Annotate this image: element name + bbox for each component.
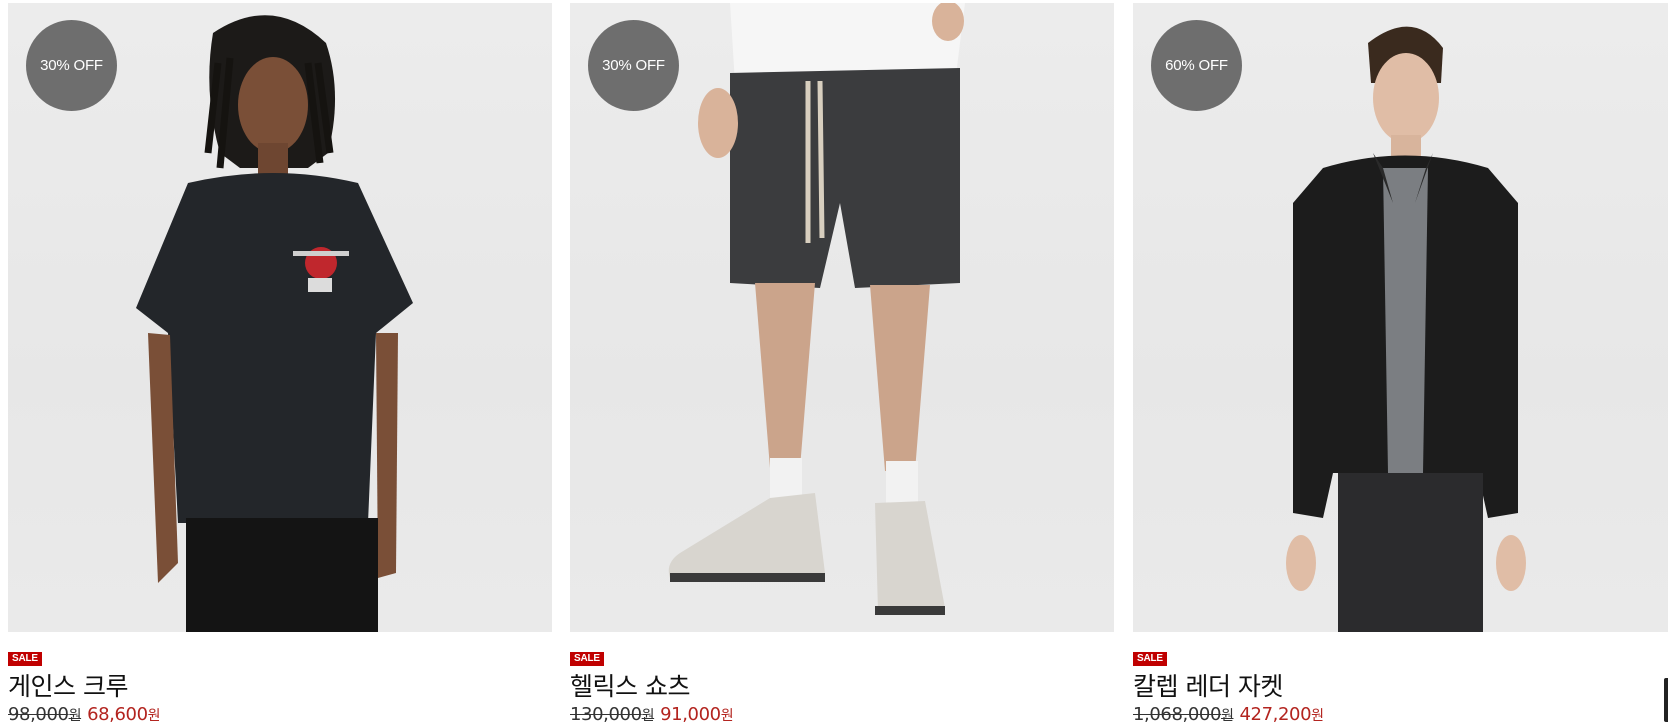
product-card[interactable]: 30% OFF SALE 게인스 크루 98,000원 68,600원 <box>8 3 552 725</box>
sale-label: SALE <box>8 652 42 666</box>
product-card[interactable]: 30% OFF SALE 헬릭스 쇼츠 130,000원 91,000원 <box>570 3 1114 725</box>
price-row: 98,000원 68,600원 <box>8 704 161 725</box>
scrollbar-handle[interactable] <box>1664 678 1668 722</box>
product-name[interactable]: 칼렙 레더 자켓 <box>1133 667 1283 703</box>
sale-price: 427,200원 <box>1239 704 1325 725</box>
original-price: 130,000원 <box>570 704 655 725</box>
product-image[interactable]: 30% OFF <box>8 3 552 632</box>
discount-badge: 60% OFF <box>1151 20 1242 111</box>
discount-badge: 30% OFF <box>588 20 679 111</box>
sale-price: 91,000원 <box>660 704 734 725</box>
sale-price: 68,600원 <box>87 704 161 725</box>
product-card[interactable]: 60% OFF SALE 칼렙 레더 자켓 1,068,000원 427,200원 <box>1133 3 1668 725</box>
price-row: 1,068,000원 427,200원 <box>1133 704 1324 725</box>
product-name[interactable]: 헬릭스 쇼츠 <box>570 667 690 703</box>
product-image[interactable]: 60% OFF <box>1133 3 1668 632</box>
product-name[interactable]: 게인스 크루 <box>8 667 128 703</box>
product-grid: 30% OFF SALE 게인스 크루 98,000원 68,600원 30% … <box>0 0 1668 725</box>
discount-badge: 30% OFF <box>26 20 117 111</box>
sale-label: SALE <box>570 652 604 666</box>
original-price: 98,000원 <box>8 704 82 725</box>
product-image[interactable]: 30% OFF <box>570 3 1114 632</box>
sale-label: SALE <box>1133 652 1167 666</box>
original-price: 1,068,000원 <box>1133 704 1234 725</box>
price-row: 130,000원 91,000원 <box>570 704 734 725</box>
